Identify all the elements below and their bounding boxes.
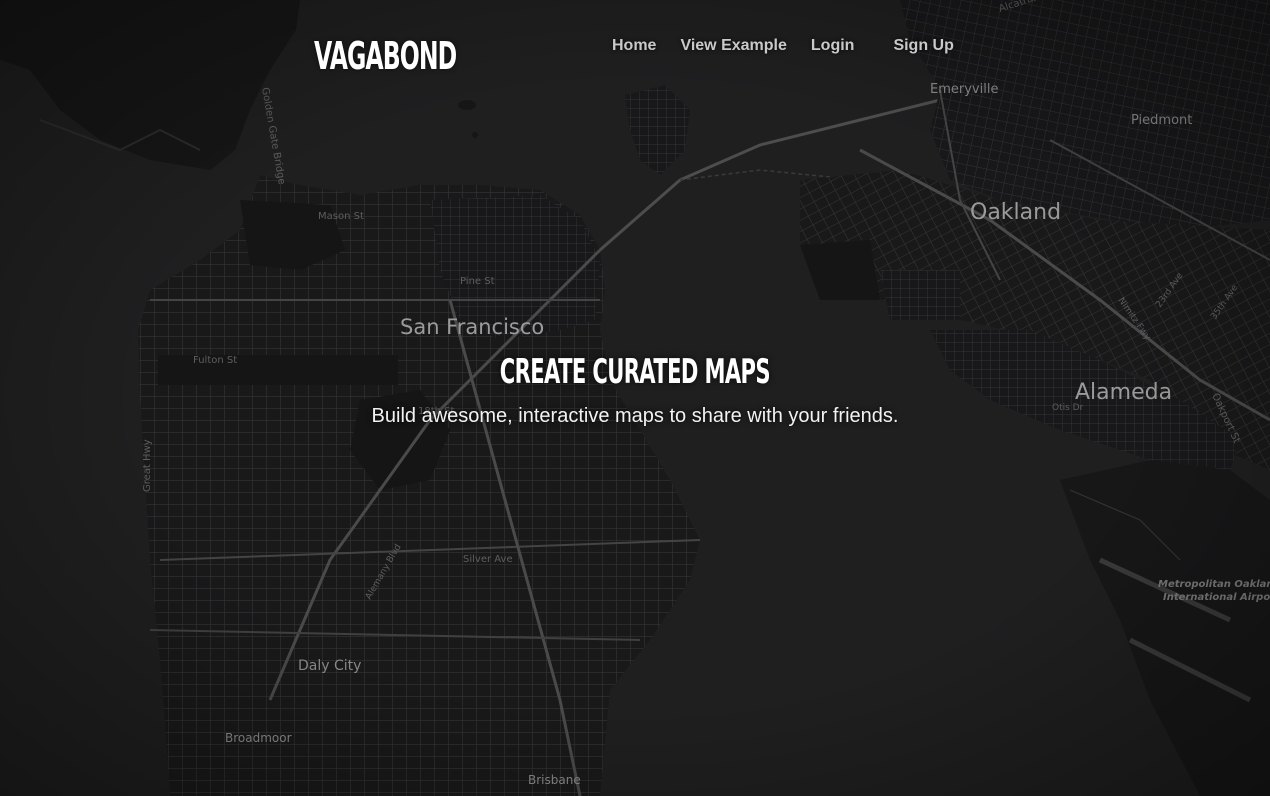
map-label-mason-st: Mason St xyxy=(318,211,364,222)
map-label-oakland: Oakland xyxy=(970,200,1061,225)
nav-sign-up-link[interactable]: Sign Up xyxy=(893,36,953,56)
brand-logo[interactable]: VAGABOND xyxy=(314,34,457,78)
nav-login-link[interactable]: Login xyxy=(811,36,855,56)
hero-section: Create Curated Maps Build awesome, inter… xyxy=(0,346,1270,428)
hero-title: Create Curated Maps xyxy=(499,352,771,392)
map-label-airport-line1: Metropolitan Oakland xyxy=(1158,579,1270,590)
map-label-piedmont: Piedmont xyxy=(1131,113,1192,128)
map-label-san-francisco: San Francisco xyxy=(400,315,544,339)
map-label-great-hwy: Great Hwy xyxy=(142,439,153,492)
map-label-brisbane: Brisbane xyxy=(528,773,581,787)
nav-view-example-link[interactable]: View Example xyxy=(680,36,786,56)
map-label-silver-ave: Silver Ave xyxy=(463,554,513,565)
hero-subtitle: Build awesome, interactive maps to share… xyxy=(371,405,899,427)
nav-links: Home View Example Login Sign Up xyxy=(612,36,954,56)
top-navbar: VAGABOND Home View Example Login Sign Up xyxy=(0,0,1270,90)
nav-home-link[interactable]: Home xyxy=(612,36,656,56)
map-label-daly-city: Daly City xyxy=(298,658,361,674)
map-label-broadmoor: Broadmoor xyxy=(225,731,292,745)
map-label-airport-line2: International Airport xyxy=(1163,592,1270,603)
landing-page: San Francisco Oakland Alameda Emeryville… xyxy=(0,0,1270,796)
map-label-pine-st: Pine St xyxy=(460,276,495,287)
